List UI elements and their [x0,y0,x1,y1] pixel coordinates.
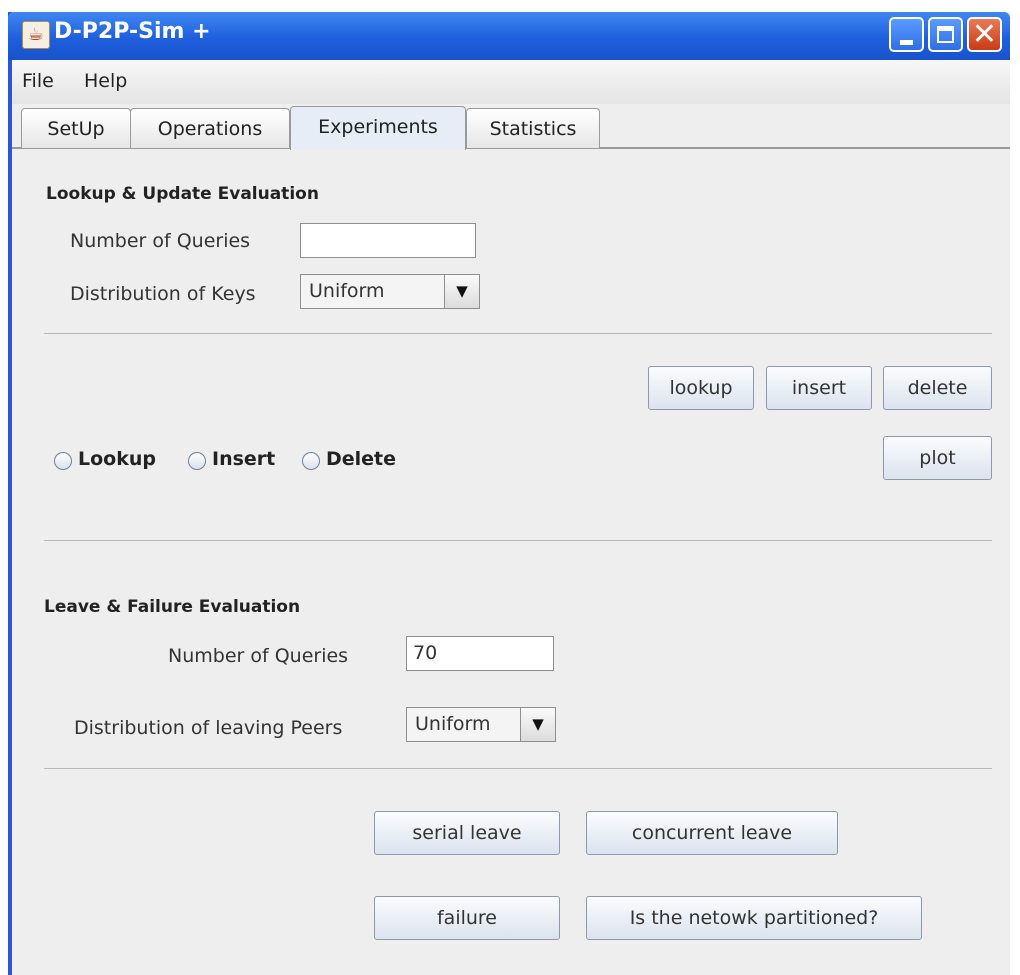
radio-circle-icon[interactable] [188,452,206,470]
tab-statistics[interactable]: Statistics [466,108,600,148]
radio-delete-label: Delete [326,448,397,470]
menu-file[interactable]: File [22,70,54,92]
menu-help[interactable]: Help [84,70,127,92]
plot-button[interactable]: plot [883,436,992,480]
leave-queries-label: Number of Queries [168,645,349,667]
java-cup-icon: ☕ [22,21,50,49]
maximize-button[interactable] [928,17,963,52]
lookup-section-header: Lookup & Update Evaluation [46,184,319,204]
radio-circle-icon[interactable] [302,452,320,470]
close-icon: ✕ [971,17,998,52]
delete-button[interactable]: delete [883,366,992,410]
window-title: D-P2P-Sim + [54,19,211,44]
serial-leave-button[interactable]: serial leave [374,811,560,855]
insert-button[interactable]: insert [766,366,872,410]
lookup-button[interactable]: lookup [648,366,754,410]
chevron-down-icon[interactable]: ▼ [444,275,479,308]
maximize-icon [937,26,954,43]
lookup-queries-input[interactable] [300,223,476,258]
radio-circle-icon[interactable] [54,452,72,470]
separator [44,768,992,769]
chevron-down-icon[interactable]: ▼ [520,708,555,741]
minimize-button[interactable] [889,17,924,52]
keys-distribution-label: Distribution of Keys [70,283,256,305]
keys-distribution-value: Uniform [309,280,385,302]
leave-queries-input[interactable]: 70 [406,636,554,671]
lookup-queries-label: Number of Queries [70,230,251,252]
menu-bar [12,60,1010,104]
radio-insert-label: Insert [212,448,276,470]
close-button[interactable]: ✕ [967,17,1002,52]
minimize-icon [900,40,913,45]
peers-distribution-label: Distribution of leaving Peers [74,717,343,739]
failure-button[interactable]: failure [374,896,560,940]
tab-experiments[interactable]: Experiments [290,106,466,150]
partitioned-button[interactable]: Is the netowk partitioned? [586,896,922,940]
keys-distribution-select[interactable]: Uniform ▼ [300,274,480,309]
tab-operations[interactable]: Operations [130,108,290,148]
tab-setup[interactable]: SetUp [21,108,131,148]
separator [44,540,992,541]
peers-distribution-select[interactable]: Uniform ▼ [406,707,556,742]
radio-lookup-label: Lookup [78,448,156,470]
concurrent-leave-button[interactable]: concurrent leave [586,811,838,855]
peers-distribution-value: Uniform [415,713,491,735]
leave-section-header: Leave & Failure Evaluation [44,597,301,617]
separator [44,333,992,334]
